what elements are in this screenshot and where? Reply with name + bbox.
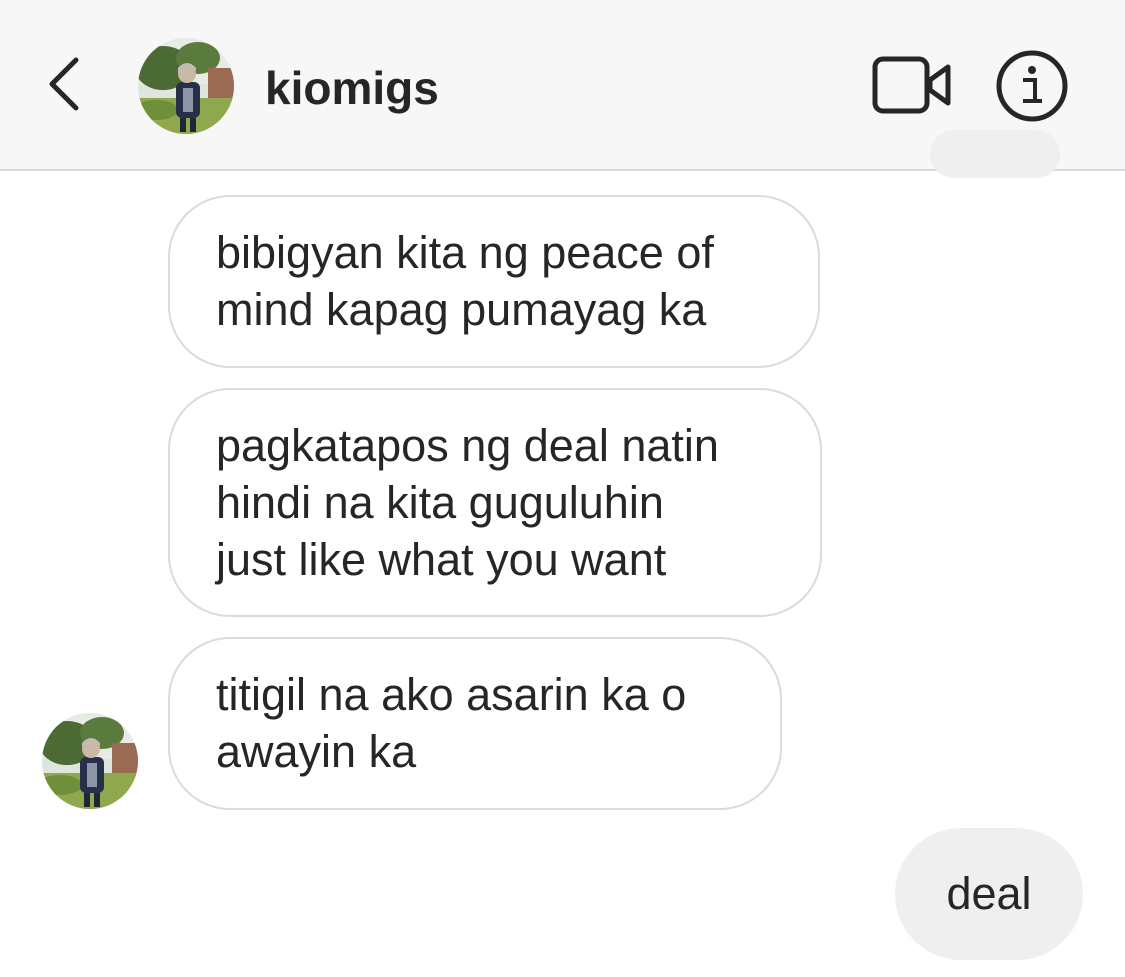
- received-message-bubble[interactable]: bibigyan kita ng peace of mind kapag pum…: [168, 195, 820, 368]
- chat-screen: kiomigs bibigyan kita ng peace of mind k…: [0, 0, 1125, 977]
- back-button[interactable]: [36, 52, 100, 116]
- profile-photo: [42, 713, 138, 809]
- video-camera-icon: [872, 56, 951, 114]
- info-icon: [996, 50, 1068, 122]
- received-message-bubble[interactable]: pagkatapos ng deal natin hindi na kita g…: [168, 388, 822, 617]
- chat-username[interactable]: kiomigs: [265, 58, 439, 118]
- received-message-bubble[interactable]: titigil na ako asarin ka o awayin ka: [168, 637, 782, 810]
- sender-avatar[interactable]: [42, 713, 138, 809]
- sent-message-bubble[interactable]: deal: [895, 828, 1083, 960]
- chevron-left-icon: [49, 57, 79, 111]
- previous-message-bubble: [930, 130, 1060, 178]
- video-call-button[interactable]: [870, 50, 954, 120]
- avatar[interactable]: [138, 38, 234, 134]
- profile-photo: [138, 38, 234, 134]
- info-button[interactable]: [994, 48, 1070, 124]
